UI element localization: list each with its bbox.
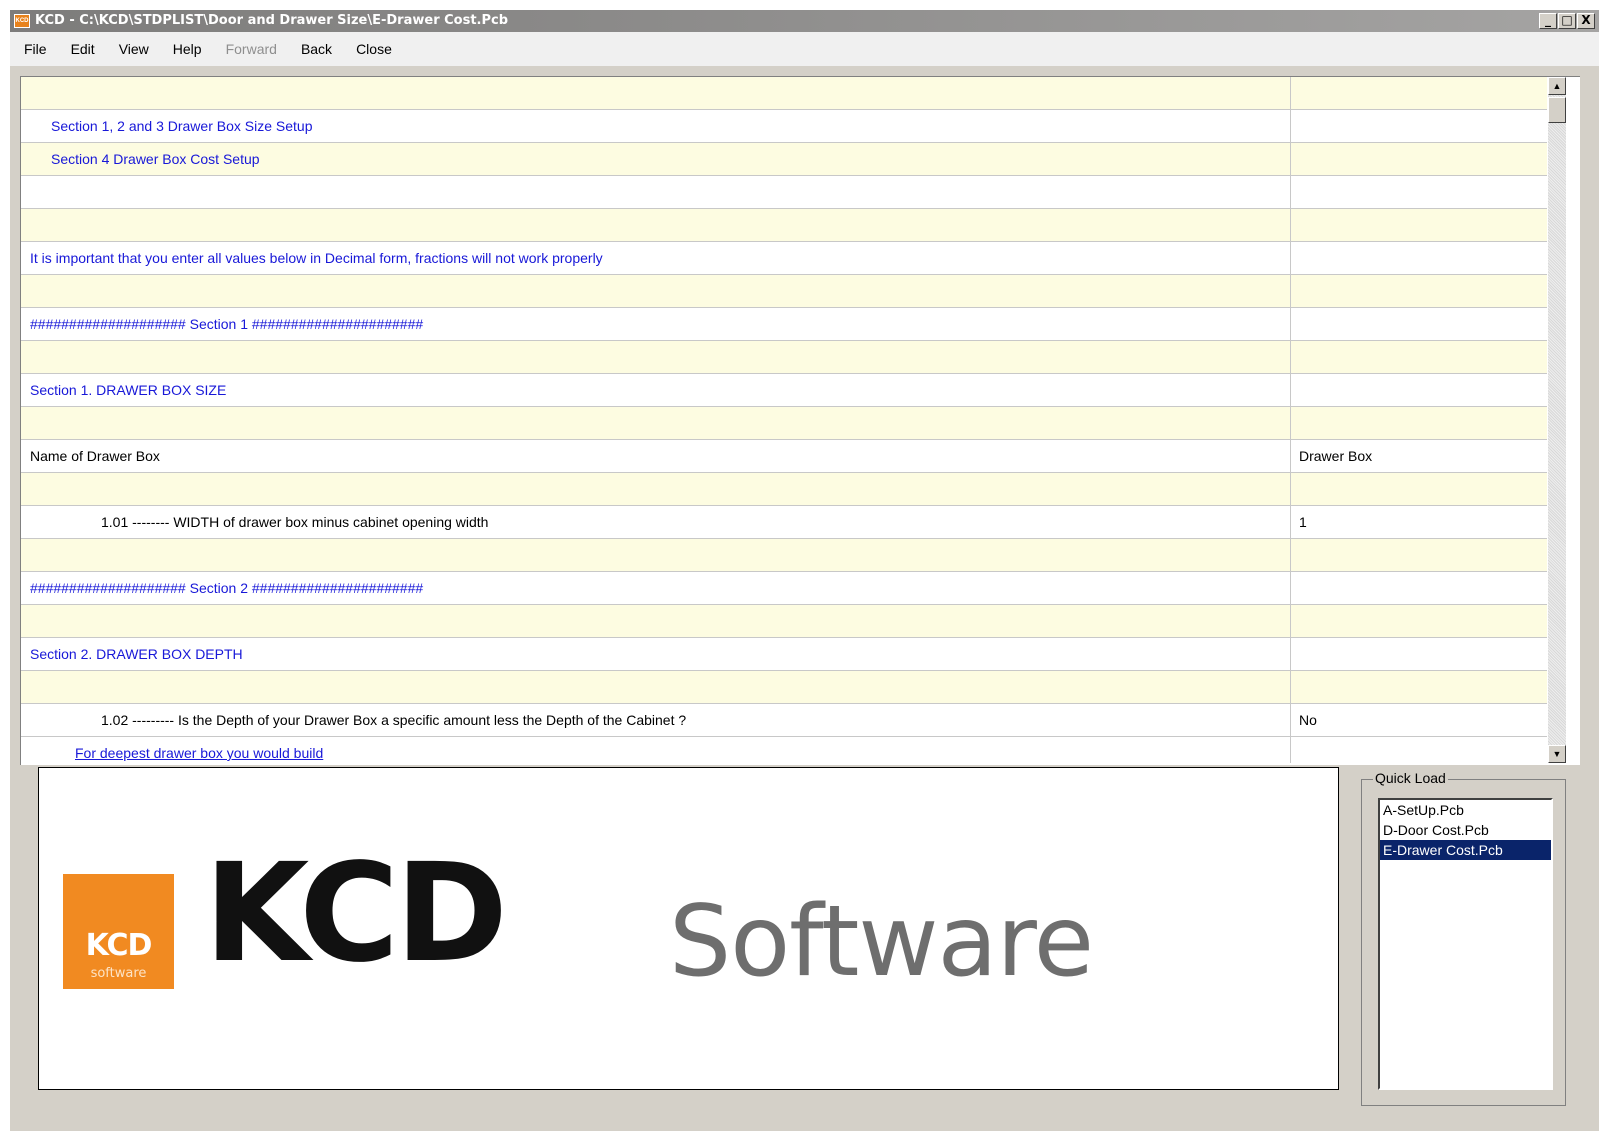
grid-row: 1.01 -------- WIDTH of drawer box minus …: [21, 506, 1547, 539]
grid-row: [21, 176, 1547, 209]
quick-load-item[interactable]: D-Door Cost.Pcb: [1380, 820, 1551, 840]
row-value[interactable]: [1292, 341, 1547, 373]
grid-row: #################### Section 1 #########…: [21, 308, 1547, 341]
row-value[interactable]: [1292, 308, 1547, 340]
close-window-button[interactable]: X: [1577, 13, 1595, 29]
grid-row: [21, 539, 1547, 572]
quick-load-group: Quick Load A-SetUp.Pcb D-Door Cost.Pcb E…: [1361, 770, 1566, 1106]
row-value[interactable]: [1292, 143, 1547, 175]
row-label: [21, 671, 1291, 703]
section-2-divider: #################### Section 2 #########…: [21, 572, 1291, 604]
grid-row: [21, 605, 1547, 638]
window-title: KCD - C:\KCD\STDPLIST\Door and Drawer Si…: [35, 13, 509, 28]
menu-edit[interactable]: Edit: [71, 41, 95, 57]
row-value[interactable]: [1292, 275, 1547, 307]
row-value[interactable]: [1292, 539, 1547, 571]
grid-row: It is important that you enter all value…: [21, 242, 1547, 275]
grid-row: 1.02 --------- Is the Depth of your Draw…: [21, 704, 1547, 737]
settings-grid: Section 1, 2 and 3 Drawer Box Size Setup…: [20, 76, 1580, 765]
grid-row: [21, 407, 1547, 440]
grid-row: [21, 77, 1547, 110]
row-value[interactable]: [1292, 77, 1547, 109]
row-label: [21, 539, 1291, 571]
scroll-down-arrow-icon[interactable]: ▼: [1548, 745, 1566, 763]
menu-close[interactable]: Close: [356, 41, 392, 57]
row-value[interactable]: [1292, 737, 1547, 763]
depth-setting-value[interactable]: No: [1292, 704, 1547, 736]
quick-load-item[interactable]: A-SetUp.Pcb: [1380, 800, 1551, 820]
menu-bar: File Edit View Help Forward Back Close: [10, 32, 1599, 66]
window-controls: _ □ X: [1538, 13, 1595, 30]
logo-wordmark-software: Software: [669, 885, 1094, 999]
minimize-button[interactable]: _: [1539, 13, 1557, 29]
section-4-link[interactable]: Section 4 Drawer Box Cost Setup: [21, 143, 1291, 175]
grid-row: For deepest drawer box you would build: [21, 737, 1547, 763]
grid-rows: Section 1, 2 and 3 Drawer Box Size Setup…: [21, 77, 1547, 763]
app-window: KCD KCD - C:\KCD\STDPLIST\Door and Drawe…: [10, 10, 1599, 1131]
section-2-heading: Section 2. DRAWER BOX DEPTH: [21, 638, 1291, 670]
row-label: [21, 341, 1291, 373]
row-value[interactable]: [1292, 176, 1547, 208]
scroll-thumb[interactable]: [1548, 97, 1566, 123]
logo-mark-subtext: software: [90, 966, 147, 981]
grid-row: Name of Drawer Box Drawer Box: [21, 440, 1547, 473]
quick-load-list[interactable]: A-SetUp.Pcb D-Door Cost.Pcb E-Drawer Cos…: [1378, 798, 1553, 1090]
menu-help[interactable]: Help: [173, 41, 202, 57]
row-value[interactable]: [1292, 671, 1547, 703]
logo-mark-text: KCD: [85, 928, 153, 963]
grid-row: [21, 275, 1547, 308]
maximize-button[interactable]: □: [1558, 13, 1576, 29]
section-1-divider: #################### Section 1 #########…: [21, 308, 1291, 340]
quick-load-label: Quick Load: [1373, 770, 1448, 786]
decimal-notice: It is important that you enter all value…: [21, 242, 1291, 274]
row-value[interactable]: [1292, 473, 1547, 505]
depth-setting-label: 1.02 --------- Is the Depth of your Draw…: [21, 704, 1291, 736]
section-1-heading: Section 1. DRAWER BOX SIZE: [21, 374, 1291, 406]
row-value[interactable]: [1292, 572, 1547, 604]
quick-load-item-selected[interactable]: E-Drawer Cost.Pcb: [1380, 840, 1551, 860]
row-label: [21, 209, 1291, 241]
app-logo-icon: KCD: [14, 14, 30, 28]
row-value[interactable]: [1292, 242, 1547, 274]
grid-row: Section 2. DRAWER BOX DEPTH: [21, 638, 1547, 671]
grid-row: #################### Section 2 #########…: [21, 572, 1547, 605]
row-value[interactable]: [1292, 209, 1547, 241]
kcd-logo-mark: KCD software: [63, 874, 174, 989]
grid-row: Section 1, 2 and 3 Drawer Box Size Setup: [21, 110, 1547, 143]
vertical-scrollbar[interactable]: ▲ ▼: [1548, 77, 1566, 763]
menu-back[interactable]: Back: [301, 41, 332, 57]
row-label: [21, 473, 1291, 505]
grid-row: Section 4 Drawer Box Cost Setup: [21, 143, 1547, 176]
menu-view[interactable]: View: [119, 41, 149, 57]
row-value[interactable]: [1292, 110, 1547, 142]
grid-row: [21, 209, 1547, 242]
kcd-logo-panel: KCD software KCD Software: [38, 767, 1339, 1090]
drawer-box-name-value[interactable]: Drawer Box: [1292, 440, 1547, 472]
row-label: [21, 605, 1291, 637]
row-value[interactable]: [1292, 605, 1547, 637]
section-1-2-3-link[interactable]: Section 1, 2 and 3 Drawer Box Size Setup: [21, 110, 1291, 142]
title-bar[interactable]: KCD KCD - C:\KCD\STDPLIST\Door and Drawe…: [10, 10, 1599, 32]
logo-wordmark-kcd: KCD: [204, 835, 508, 993]
menu-forward[interactable]: Forward: [226, 41, 277, 57]
grid-row: Section 1. DRAWER BOX SIZE: [21, 374, 1547, 407]
width-setting-label: 1.01 -------- WIDTH of drawer box minus …: [21, 506, 1291, 538]
row-value[interactable]: [1292, 407, 1547, 439]
grid-row: [21, 341, 1547, 374]
drawer-box-name-label: Name of Drawer Box: [21, 440, 1291, 472]
row-value[interactable]: [1292, 638, 1547, 670]
menu-file[interactable]: File: [24, 41, 47, 57]
width-setting-value[interactable]: 1: [1292, 506, 1547, 538]
row-value[interactable]: [1292, 374, 1547, 406]
row-label: [21, 176, 1291, 208]
row-label: [21, 77, 1291, 109]
scroll-up-arrow-icon[interactable]: ▲: [1548, 77, 1566, 95]
grid-row: [21, 671, 1547, 704]
row-label: [21, 407, 1291, 439]
grid-row: [21, 473, 1547, 506]
deepest-drawer-link[interactable]: For deepest drawer box you would build: [21, 737, 1291, 763]
row-label: [21, 275, 1291, 307]
